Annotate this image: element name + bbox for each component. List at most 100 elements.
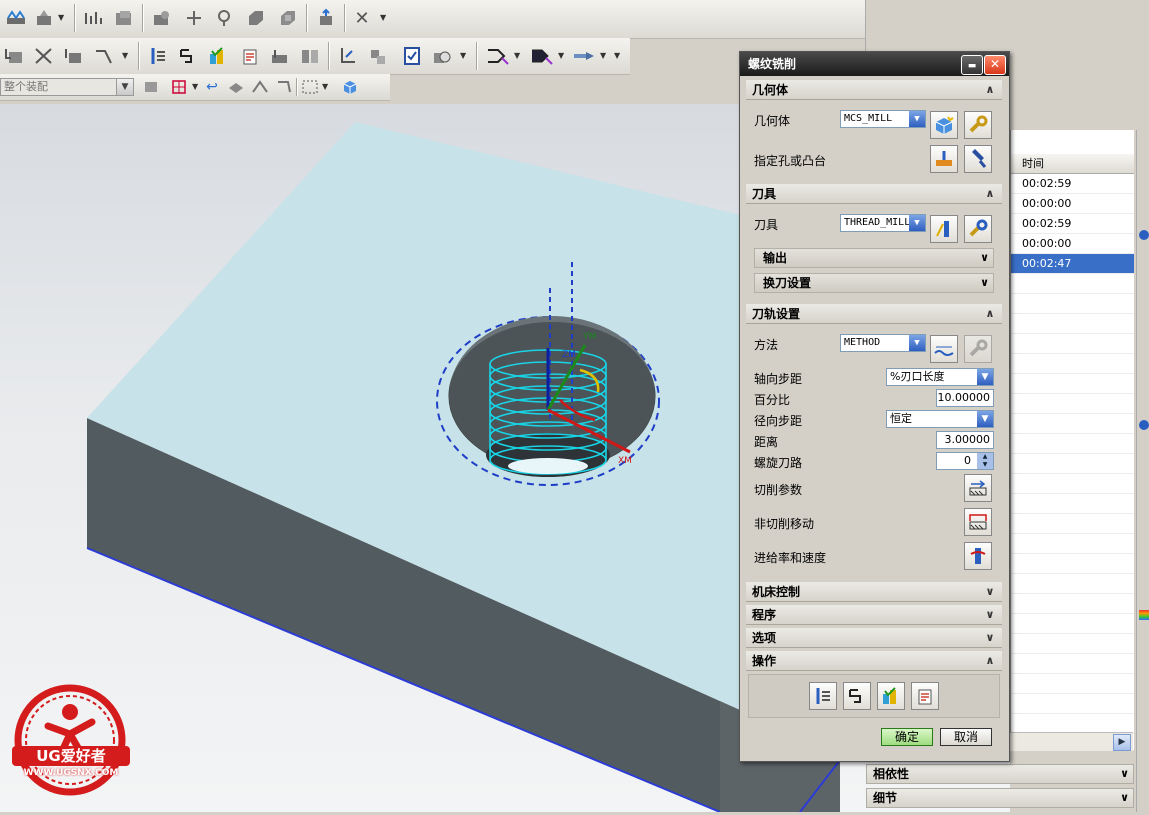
dialog-titlebar[interactable]: 螺纹铣削 ▬ ✕ [740,52,1009,76]
chevron-down-icon[interactable]: ∨ [980,249,989,267]
create-tool-icon[interactable] [32,44,56,68]
chevron-down-icon[interactable]: ∨ [982,605,998,625]
dimension-icon[interactable] [82,6,106,30]
extrude-icon[interactable] [244,6,268,30]
table-row[interactable] [1011,354,1134,374]
table-row[interactable] [1011,634,1134,654]
edit-tool-button[interactable] [964,215,992,243]
chevron-up-icon[interactable]: ∧ [982,184,998,204]
chevron-down-icon[interactable]: ▼ [380,13,386,22]
time-icon[interactable] [430,44,454,68]
display-hole-button[interactable] [964,145,992,173]
chevron-down-icon[interactable]: ▼ [614,51,620,60]
table-row[interactable] [1011,394,1134,414]
chevron-down-icon[interactable]: ∨ [982,582,998,602]
new-method-button[interactable] [930,335,958,363]
list-icon[interactable] [298,44,322,68]
section-actions[interactable]: 操作 ∧ [746,651,1002,671]
generate-path-icon[interactable] [146,44,170,68]
chevron-down-icon[interactable]: ▼ [58,13,64,22]
point-icon[interactable] [182,6,206,30]
minimize-icon[interactable]: ▬ [961,55,983,75]
chevron-down-icon[interactable]: ∨ [1120,765,1129,783]
tool-holder-icon[interactable] [572,44,596,68]
chevron-up-icon[interactable]: ∧ [982,80,998,100]
table-row[interactable] [1011,554,1134,574]
section-geometry[interactable]: 几何体 ∧ [746,80,1002,100]
table-row[interactable] [1011,534,1134,554]
table-row[interactable] [1011,294,1134,314]
chevron-up-icon[interactable]: ∧ [982,304,998,324]
chevron-down-icon[interactable]: ▼ [600,51,606,60]
geometry-select[interactable]: MCS_MILL ▼ [840,110,926,128]
method-select[interactable]: METHOD ▼ [840,334,926,352]
table-row[interactable] [1011,274,1134,294]
table-row[interactable] [1011,694,1134,714]
table-row[interactable]: 00:02:59 [1011,214,1134,234]
section-machine-control[interactable]: 机床控制 ∨ [746,582,1002,602]
blend-icon[interactable] [150,6,174,30]
table-row[interactable] [1011,574,1134,594]
table-row[interactable] [1011,654,1134,674]
panel-dependencies[interactable]: 相依性 ∨ [866,764,1134,784]
section-tool[interactable]: 刀具 ∧ [746,184,1002,204]
table-row[interactable] [1011,514,1134,534]
shaded-icon[interactable] [224,75,248,99]
tool-select[interactable]: THREAD_MILL ▼ [840,214,926,232]
cut-params-button[interactable] [964,474,992,502]
chevron-down-icon[interactable]: ▼ [558,51,564,60]
display-path-icon[interactable] [486,44,510,68]
table-row[interactable]: 00:00:00 [1011,234,1134,254]
section-options[interactable]: 选项 ∨ [746,628,1002,648]
delete-icon[interactable]: ✕ [350,6,374,30]
section-path-settings[interactable]: 刀轨设置 ∧ [746,304,1002,324]
edit-geometry-button[interactable] [964,111,992,139]
rotate-icon[interactable] [272,75,296,99]
chevron-down-icon[interactable]: ▼ [909,335,925,351]
subsection-output[interactable]: 输出 ∨ [754,248,994,268]
chevron-down-icon[interactable]: ▼ [909,111,925,127]
table-row[interactable]: 00:02:59 [1011,174,1134,194]
table-row[interactable] [1011,614,1134,634]
transform-icon[interactable] [366,44,390,68]
undo-icon[interactable]: ↩ [200,75,224,99]
object-info-icon[interactable] [400,44,424,68]
chevron-down-icon[interactable]: ▼ [460,51,466,60]
percent-input[interactable]: 10.00000 [936,389,994,407]
table-row[interactable] [1011,474,1134,494]
chevron-down-icon[interactable]: ▼ [322,82,328,91]
cube-view-icon[interactable] [338,75,362,99]
chevron-down-icon[interactable]: ▼ [977,411,993,427]
chevron-down-icon[interactable]: ▼ [122,51,128,60]
tool-edit-icon[interactable] [336,44,360,68]
replay-button[interactable] [843,682,871,710]
section-program[interactable]: 程序 ∨ [746,605,1002,625]
axial-step-select[interactable]: %刃口长度 ▼ [886,368,994,386]
chevron-down-icon[interactable]: ▼ [116,79,133,95]
spinner-up-icon[interactable]: ▲ [977,453,993,461]
subsection-tool-change[interactable]: 换刀设置 ∨ [754,273,994,293]
non-cutting-button[interactable] [964,508,992,536]
table-row[interactable] [1011,674,1134,694]
distance-input[interactable]: 3.00000 [936,431,994,449]
edge-icon[interactable] [248,75,272,99]
chevron-down-icon[interactable]: ∨ [982,628,998,648]
helical-passes-spinner[interactable]: 0 ▲ ▼ [936,452,994,470]
chevron-up-icon[interactable]: ∧ [982,651,998,671]
table-row[interactable] [1011,314,1134,334]
radial-step-select[interactable]: 恒定 ▼ [886,410,994,428]
table-row[interactable] [1011,454,1134,474]
table-row[interactable] [1011,414,1134,434]
table-row[interactable] [1011,374,1134,394]
assembly-scope-combo[interactable]: 整个装配 ▼ [0,78,134,96]
resource-icon-2[interactable] [1139,420,1149,430]
sketch-icon[interactable] [4,6,28,30]
snap-point-icon[interactable] [168,75,192,99]
resource-icon-3[interactable] [1139,610,1149,620]
generate-button[interactable] [809,682,837,710]
replay-path-icon[interactable] [176,44,200,68]
shell-icon[interactable] [276,6,300,30]
verify-button[interactable] [877,682,905,710]
filter-icon[interactable] [140,75,164,99]
chevron-down-icon[interactable]: ▼ [977,369,993,385]
